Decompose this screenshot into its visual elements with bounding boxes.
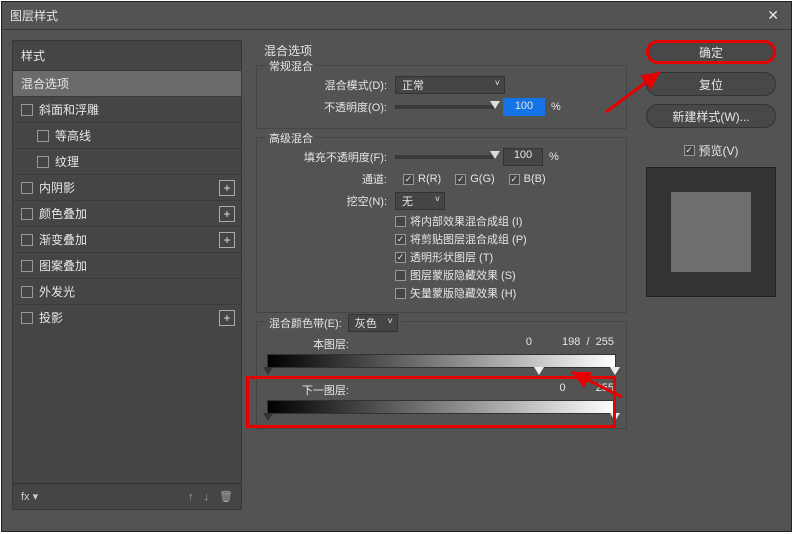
this-layer-gradient[interactable] [267, 354, 616, 368]
legend-advanced: 高级混合 [265, 130, 317, 146]
preview-checkbox[interactable] [684, 145, 695, 156]
opacity-slider[interactable] [395, 105, 495, 109]
knockout-label: 挖空(N): [267, 193, 387, 209]
style-checkbox[interactable] [21, 286, 33, 298]
this-layer-label: 本图层: [269, 336, 349, 352]
general-blending-group: 常规混合 混合模式(D): 正常 不透明度(O): 100 % [256, 65, 627, 129]
opacity-input[interactable]: 100 [503, 98, 545, 116]
style-checkbox[interactable] [21, 104, 33, 116]
close-icon[interactable]: ✕ [763, 7, 783, 24]
sidebar-item[interactable]: 等高线 [13, 122, 241, 148]
option-checkbox[interactable] [395, 234, 406, 245]
styles-sidebar: 样式 混合选项斜面和浮雕等高线纹理内阴影+颜色叠加+渐变叠加+图案叠加外发光投影… [12, 40, 242, 510]
under-layer-label: 下一图层: [269, 382, 349, 398]
sidebar-header: 样式 [13, 41, 241, 70]
advanced-blending-group: 高级混合 填充不透明度(F): 100 % 通道: R(R)G(G)B(B) 挖… [256, 137, 627, 313]
sidebar-item[interactable]: 颜色叠加+ [13, 200, 241, 226]
legend-general: 常规混合 [265, 58, 317, 74]
arrow-down-icon[interactable]: ↓ [204, 491, 210, 503]
fill-opacity-input[interactable]: 100 [503, 148, 543, 166]
blend-if-channel-select[interactable]: 灰色 [348, 314, 398, 332]
preview-label: 预览(V) [699, 142, 739, 159]
new-style-button[interactable]: 新建样式(W)... [646, 104, 776, 128]
style-checkbox[interactable] [21, 260, 33, 272]
blend-mode-select[interactable]: 正常 [395, 76, 505, 94]
blend-if-group: 混合颜色带(E): 灰色 本图层: 0 198 / 255 [256, 321, 627, 429]
sidebar-item[interactable]: 外发光 [13, 278, 241, 304]
blend-mode-label: 混合模式(D): [267, 77, 387, 93]
style-checkbox[interactable] [21, 208, 33, 220]
channel-checkbox[interactable] [403, 174, 414, 185]
style-checkbox[interactable] [37, 156, 49, 168]
style-checkbox[interactable] [37, 130, 49, 142]
add-effect-icon[interactable]: + [219, 180, 235, 196]
add-effect-icon[interactable]: + [219, 206, 235, 222]
under-layer-gradient[interactable] [267, 400, 616, 414]
fill-opacity-slider[interactable] [395, 155, 495, 159]
channels-label: 通道: [267, 171, 387, 187]
arrow-up-icon[interactable]: ↑ [188, 491, 194, 503]
channel-checkbox[interactable] [455, 174, 466, 185]
sidebar-item[interactable]: 投影+ [13, 304, 241, 330]
add-effect-icon[interactable]: + [219, 232, 235, 248]
center-panel: 混合选项 常规混合 混合模式(D): 正常 不透明度(O): 100 % 高级混… [252, 40, 631, 510]
right-panel: 确定 复位 新建样式(W)... 预览(V) [641, 40, 781, 510]
channel-checkbox[interactable] [509, 174, 520, 185]
option-checkbox[interactable] [395, 252, 406, 263]
ok-button[interactable]: 确定 [646, 40, 776, 64]
opacity-label: 不透明度(O): [267, 99, 387, 115]
fill-opacity-label: 填充不透明度(F): [267, 149, 387, 165]
sidebar-item[interactable]: 图案叠加 [13, 252, 241, 278]
sidebar-item[interactable]: 内阴影+ [13, 174, 241, 200]
option-checkbox[interactable] [395, 216, 406, 227]
sidebar-item[interactable]: 斜面和浮雕 [13, 96, 241, 122]
knockout-select[interactable]: 无 [395, 192, 445, 210]
preview-swatch [646, 167, 776, 297]
style-checkbox[interactable] [21, 234, 33, 246]
option-checkbox[interactable] [395, 288, 406, 299]
fx-menu[interactable]: fx ▾ [21, 490, 38, 503]
sidebar-item[interactable]: 渐变叠加+ [13, 226, 241, 252]
style-checkbox[interactable] [21, 182, 33, 194]
cancel-button[interactable]: 复位 [646, 72, 776, 96]
sidebar-item[interactable]: 混合选项 [13, 70, 241, 96]
style-checkbox[interactable] [21, 312, 33, 324]
trash-icon[interactable]: 🗑 [219, 490, 233, 503]
add-effect-icon[interactable]: + [219, 310, 235, 326]
blend-if-label: 混合颜色带(E): [269, 315, 342, 331]
dialog-title: 图层样式 [10, 7, 763, 24]
option-checkbox[interactable] [395, 270, 406, 281]
sidebar-item[interactable]: 纹理 [13, 148, 241, 174]
